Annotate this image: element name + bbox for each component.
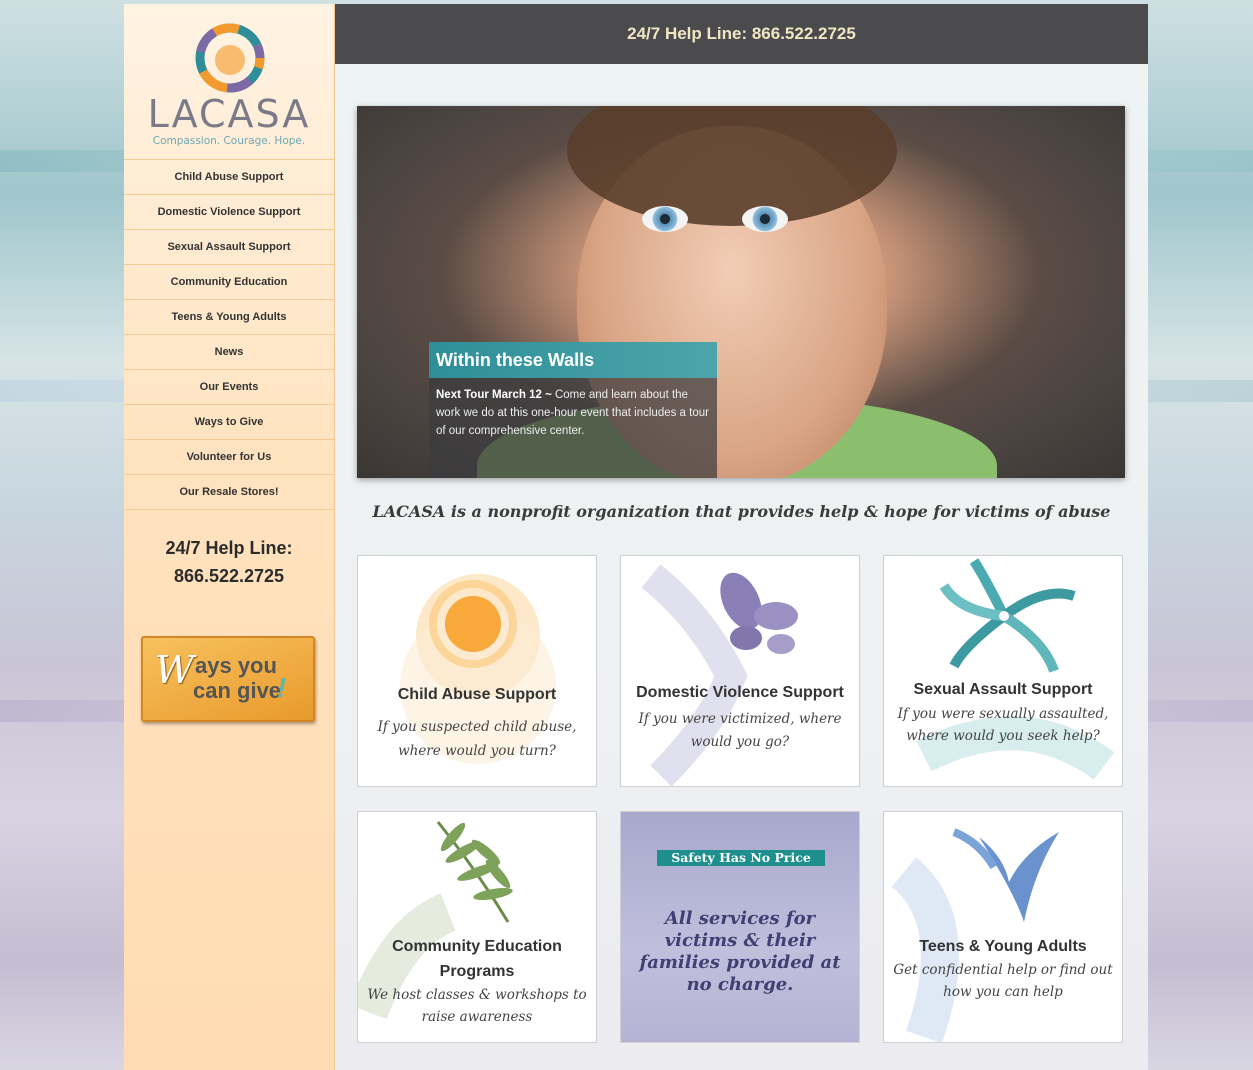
hero-photo-eye-left [642,206,688,232]
hero-caption-body: Next Tour March 12 ~ Come and learn abou… [429,378,717,448]
nav-sexual-assault-support[interactable]: Sexual Assault Support [124,229,334,264]
nav-news[interactable]: News [124,334,334,369]
safety-banner: Safety Has No Price [657,850,825,866]
tile-sexual-assault-support[interactable]: Sexual Assault Support If you were sexua… [883,555,1123,787]
tile-domestic-violence-support[interactable]: Domestic Violence Support If you were vi… [620,555,860,787]
hero-caption-title: Within these Walls [429,342,717,378]
hero-caption[interactable]: Within these Walls Next Tour March 12 ~ … [429,342,717,478]
tile-subtitle-2: raise awareness [421,1009,533,1025]
tile-subtitle-1: If you suspected child abuse, [377,719,577,735]
top-helpline-text[interactable]: 24/7 Help Line: 866.522.2725 [627,24,856,44]
nav-community-education[interactable]: Community Education [124,264,334,299]
tile-title: Teens & Young Adults [919,938,1087,955]
hero-photo-eye-right [742,206,788,232]
nav-ways-to-give[interactable]: Ways to Give [124,404,334,439]
bird-icon [891,828,1059,1042]
tile-subtitle-2: where would you seek help? [906,728,1100,744]
free-services-text: All services for victims & their familie… [621,908,859,996]
free-services-line-3: families provided at [639,952,841,973]
sidebar-helpline-label: 24/7 Help Line: [165,538,293,558]
page-container: LACASA Compassion. Courage. Hope. Child … [124,4,1148,1070]
lacasa-logo-icon [195,23,265,93]
ways-button-line1: ays you [195,653,277,678]
tile-safety-has-no-price[interactable]: Safety Has No Price All services for vic… [620,811,860,1043]
tile-title: Domestic Violence Support [636,684,844,701]
sidebar-helpline: 24/7 Help Line: 866.522.2725 [124,534,334,590]
tile-subtitle-1: Get confidential help or find out [893,962,1113,978]
tile-child-abuse-support[interactable]: Child Abuse Support If you suspected chi… [357,555,597,787]
tile-subtitle-1: We host classes & workshops to [367,987,587,1003]
ways-button-bang: ! [277,672,287,703]
logo-wordmark: LACASA [147,92,311,136]
nav-resale-stores[interactable]: Our Resale Stores! [124,474,334,510]
nav-teens-young-adults[interactable]: Teens & Young Adults [124,299,334,334]
nav-volunteer[interactable]: Volunteer for Us [124,439,334,474]
hero-caption-lead: Next Tour March 12 ~ [436,389,552,401]
tile-title-1: Community Education [392,938,562,955]
tile-teens-young-adults[interactable]: Teens & Young Adults Get confidential he… [883,811,1123,1043]
pinwheel-icon [916,558,1114,780]
ways-button-w: W [155,648,195,692]
nav-our-events[interactable]: Our Events [124,369,334,404]
sidebar-helpline-number[interactable]: 866.522.2725 [124,562,334,590]
tile-subtitle-1: If you were sexually assaulted, [897,706,1109,722]
logo[interactable]: LACASA Compassion. Courage. Hope. [124,4,334,159]
tile-subtitle-2: how you can help [943,984,1063,1000]
hero-slideshow[interactable]: Within these Walls Next Tour March 12 ~ … [357,106,1125,478]
main-content: 24/7 Help Line: 866.522.2725 Within thes… [335,4,1148,1070]
ways-button-line2: can give [193,678,282,703]
mission-tagline: LACASA is a nonprofit organization that … [372,502,1111,521]
tile-subtitle-2: would you go? [690,734,790,750]
nav-child-abuse-support[interactable]: Child Abuse Support [124,159,334,194]
top-helpline-bar: 24/7 Help Line: 866.522.2725 [335,4,1148,64]
sidebar: LACASA Compassion. Courage. Hope. Child … [124,4,335,1070]
tile-subtitle-2: where would you turn? [398,743,556,759]
tile-title: Child Abuse Support [397,686,557,703]
tile-community-education[interactable]: Community Education Programs We host cla… [357,811,597,1043]
free-services-line-1: All services for [664,908,816,929]
logo-tagline: Compassion. Courage. Hope. [152,135,306,147]
tile-title-2: Programs [439,963,515,980]
ways-you-can-give-button[interactable]: W ays you can give ! [141,636,315,722]
tile-subtitle-1: If you were victimized, where [638,711,842,727]
free-services-line-4: no charge. [686,974,794,995]
tile-title: Sexual Assault Support [913,681,1093,698]
nav-domestic-violence-support[interactable]: Domestic Violence Support [124,194,334,229]
sidebar-nav: Child Abuse Support Domestic Violence Su… [124,159,334,510]
free-services-line-2: victims & their [664,930,816,951]
